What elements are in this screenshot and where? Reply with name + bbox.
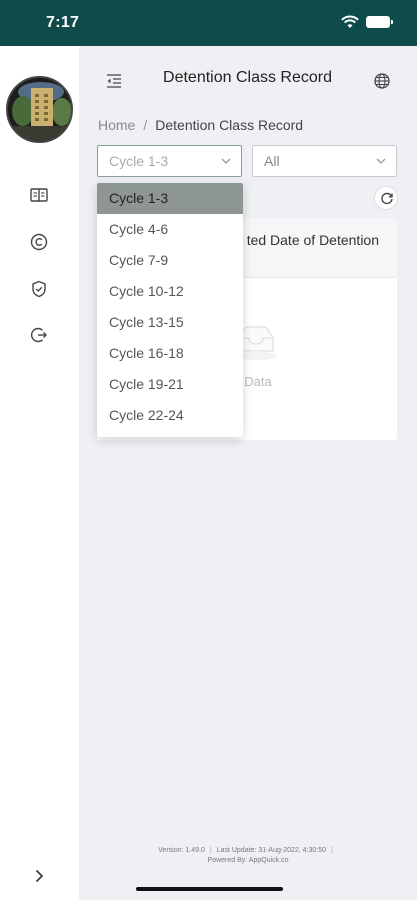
footer-version: Version: 1.49.0	[158, 847, 205, 854]
page-title: Detention Class Record	[163, 69, 332, 86]
dropdown-option[interactable]: Cycle 16-18	[97, 338, 243, 369]
breadcrumb-separator: /	[143, 117, 148, 133]
dropdown-option[interactable]: Cycle 4-6	[97, 214, 243, 245]
copyright-icon[interactable]	[29, 232, 49, 252]
reload-button[interactable]	[374, 186, 398, 210]
chevron-right-icon[interactable]	[31, 868, 47, 884]
breadcrumb-home[interactable]: Home	[98, 117, 135, 133]
cycle-dropdown: Cycle 1-3 Cycle 4-6 Cycle 7-9 Cycle 10-1…	[97, 183, 243, 437]
home-indicator	[136, 887, 283, 891]
sidebar	[0, 46, 79, 900]
dropdown-option[interactable]: Cycle 19-21	[97, 369, 243, 400]
dropdown-option[interactable]: Cycle 7-9	[97, 245, 243, 276]
footer: Version: 1.49.0 | Last Update: 31-Aug-2022…	[79, 846, 417, 866]
breadcrumb: Home / Detention Class Record	[98, 117, 303, 133]
globe-icon[interactable]	[373, 72, 391, 90]
status-bar: 7:17	[0, 0, 417, 46]
shield-check-icon[interactable]	[29, 279, 49, 299]
menu-fold-icon[interactable]	[105, 72, 123, 90]
footer-powered-by: Powered By: AppQuick.co	[207, 857, 289, 864]
status-select[interactable]: All	[252, 145, 397, 177]
dropdown-option[interactable]: Cycle 10-12	[97, 276, 243, 307]
status-time: 7:17	[46, 14, 80, 31]
cycle-select[interactable]: Cycle 1-3	[97, 145, 242, 177]
book-icon[interactable]	[29, 185, 49, 205]
footer-last-update: Last Update: 31-Aug-2022, 4:30:50	[216, 847, 327, 854]
cycle-select-value: Cycle 1-3	[109, 153, 169, 169]
logout-icon[interactable]	[29, 325, 49, 345]
wifi-icon	[341, 15, 359, 28]
avatar[interactable]	[6, 76, 73, 143]
battery-icon	[366, 16, 393, 28]
breadcrumb-current: Detention Class Record	[155, 117, 304, 133]
dropdown-option[interactable]: Cycle 1-3	[97, 183, 243, 214]
reload-icon	[381, 192, 393, 205]
status-select-value: All	[264, 153, 280, 169]
chevron-down-icon	[221, 158, 231, 164]
chevron-down-icon	[376, 158, 386, 164]
dropdown-option[interactable]: Cycle 13-15	[97, 307, 243, 338]
dropdown-option[interactable]: Cycle 22-24	[97, 400, 243, 431]
